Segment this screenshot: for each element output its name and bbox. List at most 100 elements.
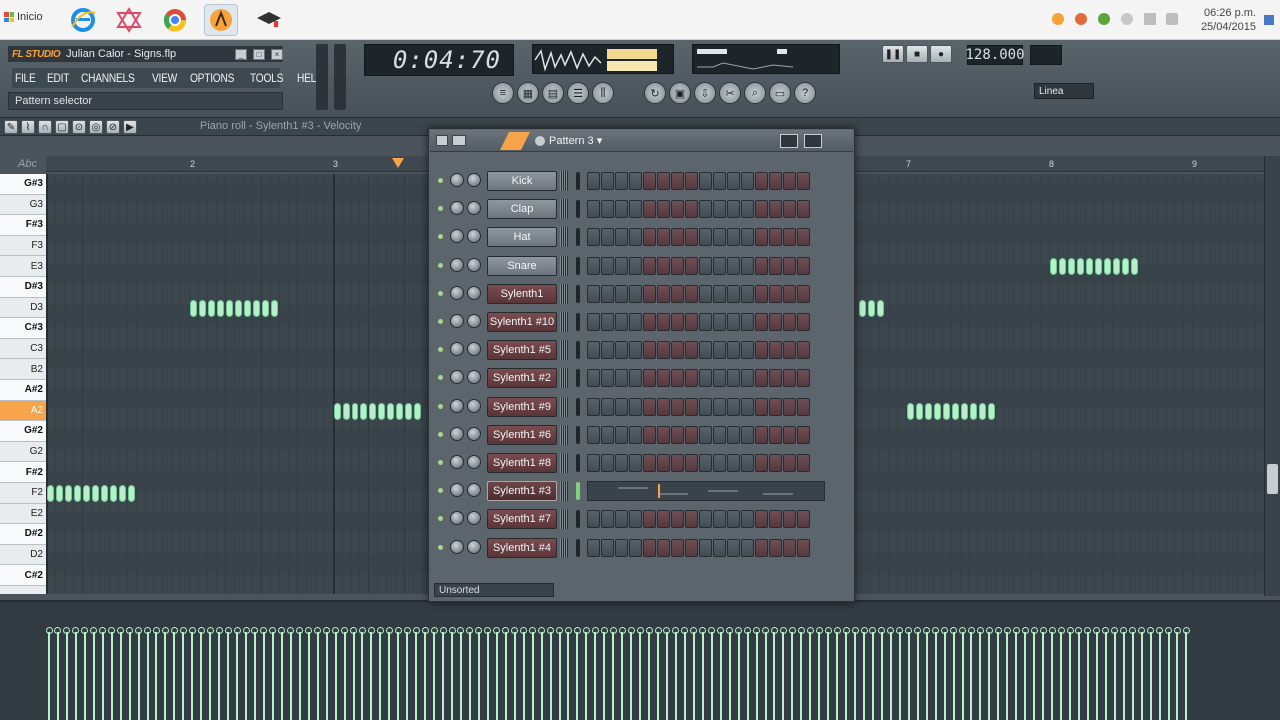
channel-volume-knob[interactable] (467, 314, 481, 328)
velocity-handle[interactable] (878, 627, 886, 634)
step-button[interactable] (657, 172, 670, 190)
note[interactable] (942, 402, 950, 420)
velocity-bar[interactable] (1015, 632, 1018, 720)
velocity-bar[interactable] (459, 632, 462, 720)
velocity-handle[interactable] (896, 627, 904, 634)
velocity-bar[interactable] (773, 632, 776, 720)
channel-volume-knob[interactable] (467, 342, 481, 357)
velocity-handle[interactable] (135, 627, 143, 634)
step-button[interactable] (629, 172, 642, 190)
step-button[interactable] (685, 256, 698, 275)
piano-key[interactable]: A2 (0, 400, 46, 422)
velocity-bar[interactable] (540, 632, 543, 720)
step-button[interactable] (713, 425, 726, 444)
channel-button[interactable]: Kick (487, 171, 557, 191)
note[interactable] (82, 485, 90, 502)
velocity-bar[interactable] (388, 632, 391, 720)
piano-key[interactable]: E3 (0, 256, 46, 277)
step-button[interactable] (727, 538, 740, 557)
step-button[interactable] (769, 313, 782, 331)
note[interactable] (987, 402, 995, 420)
step-button[interactable] (657, 538, 670, 557)
velocity-handle[interactable] (457, 627, 465, 634)
tray-shield-icon[interactable] (1075, 13, 1087, 25)
note[interactable] (100, 485, 108, 502)
velocity-handle[interactable] (753, 627, 761, 634)
velocity-handle[interactable] (869, 627, 877, 634)
step-button[interactable] (797, 228, 810, 247)
step-button[interactable] (783, 425, 796, 444)
piano-key[interactable]: C#2 (0, 565, 46, 586)
step-button[interactable] (741, 228, 754, 247)
velocity-handle[interactable] (1048, 627, 1056, 634)
menu-file[interactable]: FILE (15, 71, 36, 85)
step-button[interactable] (699, 284, 712, 303)
velocity-handle[interactable] (1093, 627, 1101, 634)
velocity-bar[interactable] (970, 632, 973, 720)
step-button[interactable] (699, 313, 712, 331)
step-button[interactable] (783, 172, 796, 190)
step-button[interactable] (685, 369, 698, 388)
velocity-handle[interactable] (430, 627, 438, 634)
velocity-bar[interactable] (1113, 632, 1116, 720)
step-button[interactable] (797, 454, 810, 472)
velocity-handle[interactable] (179, 627, 187, 634)
mixer-track-selector[interactable] (560, 255, 568, 276)
generic-app-icon[interactable] (112, 4, 146, 36)
channel-pan-knob[interactable] (450, 483, 464, 498)
velocity-bar[interactable] (979, 632, 982, 720)
velocity-handle[interactable] (941, 627, 949, 634)
step-button[interactable] (643, 369, 656, 388)
velocity-bar[interactable] (110, 632, 113, 720)
note[interactable] (360, 402, 368, 420)
step-button[interactable] (629, 341, 642, 360)
velocity-handle[interactable] (1156, 627, 1164, 634)
channel-mute-led[interactable] (438, 460, 443, 465)
step-button[interactable] (755, 454, 768, 472)
velocity-bar[interactable] (271, 632, 274, 720)
step-button[interactable] (643, 510, 656, 529)
step-button[interactable] (727, 397, 740, 416)
velocity-bar[interactable] (836, 632, 839, 720)
step-button[interactable] (755, 200, 768, 219)
note[interactable] (1094, 258, 1102, 276)
step-button[interactable] (615, 284, 628, 303)
channel-select-indicator[interactable] (576, 454, 580, 472)
note[interactable] (978, 402, 986, 420)
velocity-handle[interactable] (591, 627, 599, 634)
start-button[interactable]: Inicio (4, 11, 43, 23)
velocity-handle[interactable] (600, 627, 608, 634)
velocity-bar[interactable] (1042, 632, 1045, 720)
velocity-bar[interactable] (916, 632, 919, 720)
channel-volume-knob[interactable] (467, 201, 481, 216)
step-button[interactable] (741, 341, 754, 360)
note[interactable] (333, 402, 341, 420)
step-button[interactable] (587, 228, 600, 247)
velocity-handle[interactable] (170, 627, 178, 634)
note[interactable] (876, 299, 884, 317)
velocity-bar[interactable] (227, 632, 230, 720)
velocity-bar[interactable] (1024, 632, 1027, 720)
velocity-handle[interactable] (833, 627, 841, 634)
velocity-bar[interactable] (343, 632, 346, 720)
piano-key[interactable]: D2 (0, 545, 46, 566)
velocity-handle[interactable] (582, 627, 590, 634)
piano-key[interactable]: G3 (0, 195, 46, 216)
channel-mute-led[interactable] (438, 262, 443, 268)
step-button[interactable] (601, 256, 614, 275)
velocity-handle[interactable] (842, 627, 850, 634)
velocity-bar[interactable] (1086, 632, 1089, 720)
step-button[interactable] (769, 425, 782, 444)
velocity-handle[interactable] (967, 627, 975, 634)
menu-view[interactable]: VIEW (152, 71, 177, 85)
channel-pan-knob[interactable] (450, 370, 464, 385)
velocity-bar[interactable] (800, 632, 803, 720)
step-button[interactable] (797, 425, 810, 444)
step-button[interactable] (615, 172, 628, 190)
master-pitch-slider[interactable] (334, 44, 346, 110)
velocity-handle[interactable] (421, 627, 429, 634)
step-button[interactable] (629, 538, 642, 557)
note[interactable] (387, 402, 395, 420)
mixer-track-selector[interactable] (560, 368, 568, 389)
step-button[interactable] (629, 284, 642, 303)
